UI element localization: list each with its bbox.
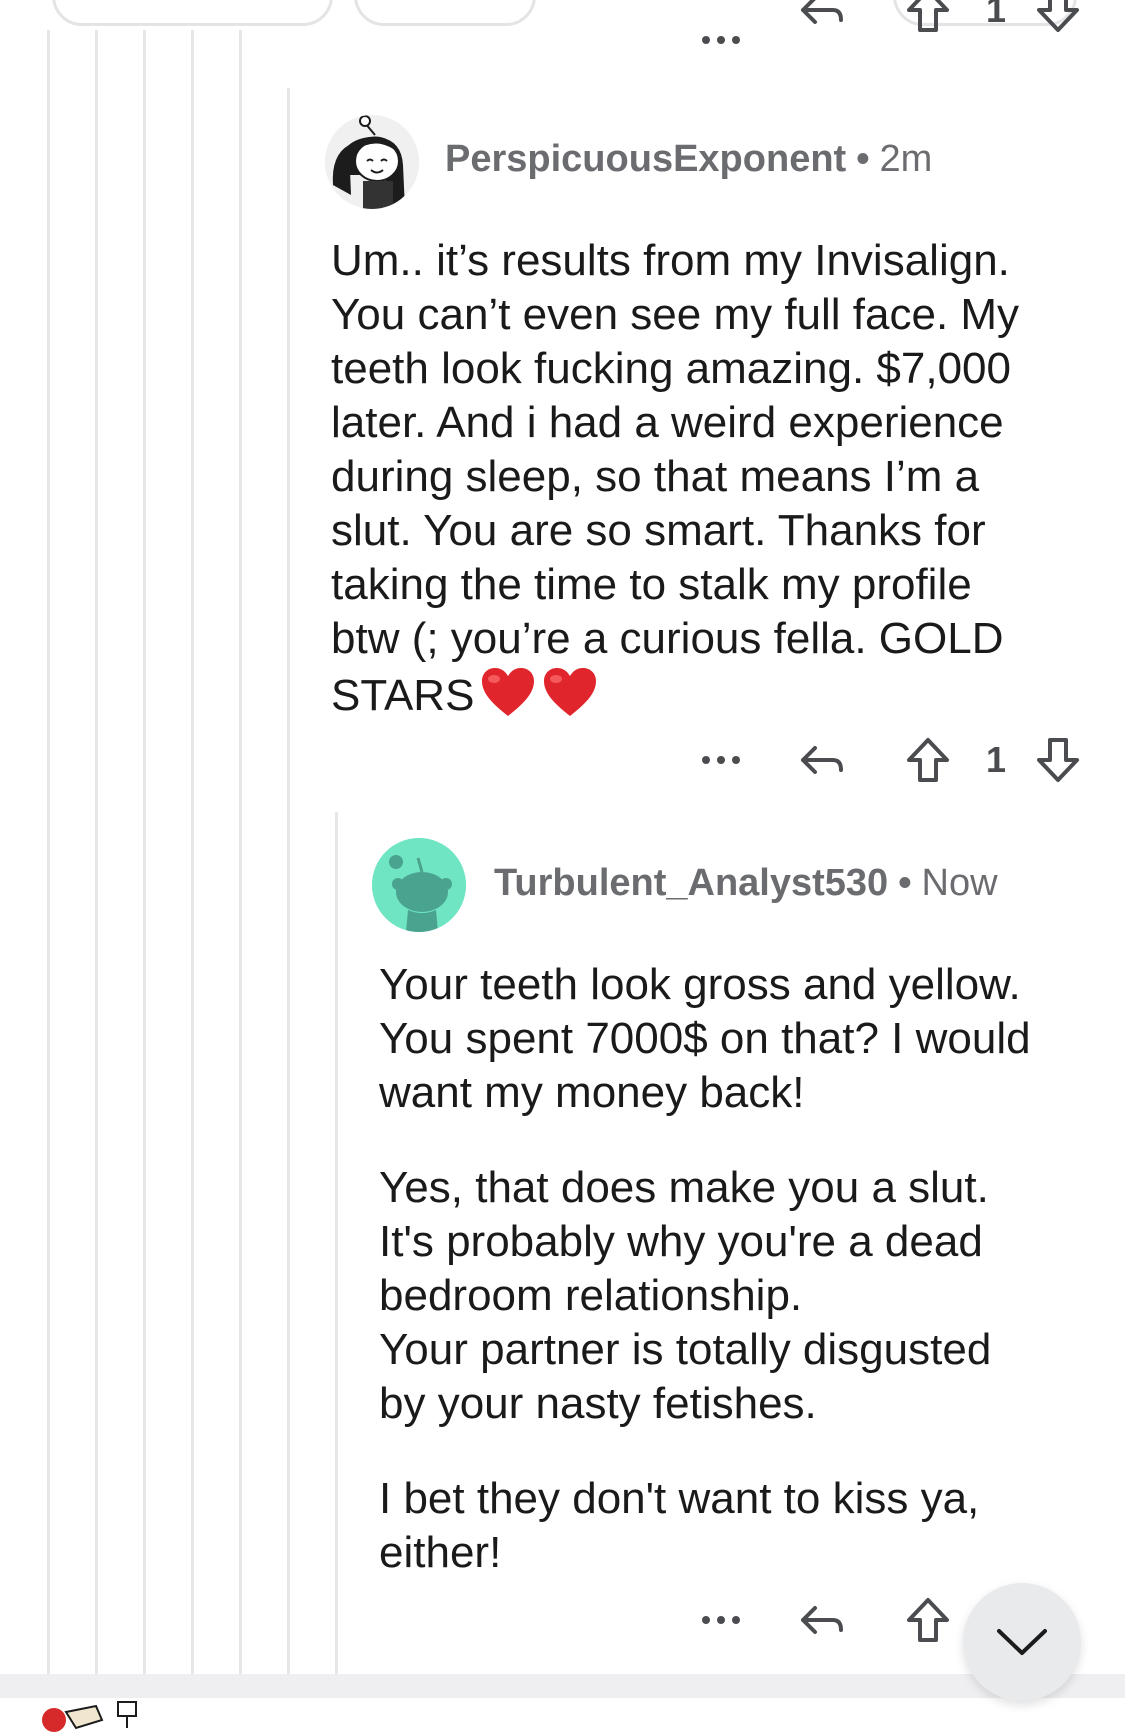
thread-line-4 xyxy=(191,30,194,1674)
comment-1-username[interactable]: PerspicuousExponent xyxy=(445,138,846,181)
comment-2-line: Your partner is totally disgusted xyxy=(379,1325,992,1374)
comment-2-line: Yes, that does make you a slut. xyxy=(379,1163,989,1212)
comment-2-line: Your teeth look gross and yellow. xyxy=(379,960,1021,1009)
comment-1-line: STARS xyxy=(331,671,475,720)
comment-2-paragraph: Your teeth look gross and yellow. You sp… xyxy=(379,958,1114,1120)
thread-line-5 xyxy=(239,30,242,1674)
comment-1-last-line: STARS xyxy=(331,666,1111,731)
comment-2-body: Your teeth look gross and yellow. You sp… xyxy=(379,958,1114,1580)
downvote-arrow-icon[interactable] xyxy=(1028,0,1088,40)
thread-line-3 xyxy=(143,30,146,1674)
comment-1-meta: PerspicuousExponent • 2m xyxy=(445,138,932,181)
upvote-arrow-icon[interactable] xyxy=(898,0,958,40)
downvote-arrow-icon[interactable] xyxy=(1028,730,1088,790)
heart-emoji-icon xyxy=(480,666,536,731)
next-post-avatar-icon xyxy=(42,1701,137,1732)
reply-arrow-icon[interactable] xyxy=(792,0,852,40)
upvote-arrow-icon[interactable] xyxy=(898,730,958,790)
vote-count: 1 xyxy=(982,730,1010,790)
scroll-down-button[interactable] xyxy=(963,1583,1081,1701)
comment-2-line: bedroom relationship. xyxy=(379,1271,803,1320)
comment-2-paragraph: Yes, that does make you a slut. It's pro… xyxy=(379,1161,1114,1431)
previous-action-row: 1 xyxy=(0,0,1125,60)
upvote-arrow-icon[interactable] xyxy=(898,1590,958,1650)
vote-count-partial: 1 xyxy=(985,0,1007,30)
snoo-avatar-icon[interactable] xyxy=(372,838,466,932)
thread-line-6 xyxy=(287,88,290,1674)
more-dots-icon[interactable] xyxy=(695,1590,747,1650)
comment-1-line: slut. You are so smart. Thanks for xyxy=(331,506,986,555)
comment-2-line: by your nasty fetishes. xyxy=(379,1379,817,1428)
comment-2-line: want my money back! xyxy=(379,1068,805,1117)
comment-2-username[interactable]: Turbulent_Analyst530 xyxy=(494,862,888,905)
comment-2-line: I bet they don't want to kiss ya, xyxy=(379,1474,980,1523)
comment-2-line: either! xyxy=(379,1528,502,1577)
comment-1-line: You can’t even see my full face. My xyxy=(331,290,1020,339)
comment-1-line: teeth look fucking amazing. $7,000 xyxy=(331,344,1012,393)
comment-1-line: Um.. it’s results from my Invisalign. xyxy=(331,236,1010,285)
comment-1-actions: 1 xyxy=(0,730,1125,790)
comment-2-line: It's probably why you're a dead xyxy=(379,1217,983,1266)
more-dots-icon[interactable] xyxy=(695,730,747,790)
reply-arrow-icon[interactable] xyxy=(792,1590,852,1650)
previous-comment-clip: 1 xyxy=(0,0,1125,60)
meta-separator: • xyxy=(898,862,912,904)
comment-1-line: taking the time to stalk my profile xyxy=(331,560,972,609)
comment-2-meta: Turbulent_Analyst530 • Now xyxy=(494,862,998,905)
reply-arrow-icon[interactable] xyxy=(792,730,852,790)
comment-2-line: You spent 7000$ on that? I would xyxy=(379,1014,1031,1063)
vote-count-value: 1 xyxy=(985,739,1007,780)
comment-1-line: during sleep, so that means I’m a xyxy=(331,452,980,501)
thread-line-7 xyxy=(335,812,338,1674)
comment-2-paragraph: I bet they don't want to kiss ya, either… xyxy=(379,1472,1114,1580)
comment-1-body: Um.. it’s results from my Invisalign. Yo… xyxy=(331,234,1111,731)
chevron-down-icon xyxy=(997,1629,1047,1655)
more-dots-icon[interactable] xyxy=(695,10,747,60)
comment-1-line: btw (; you’re a curious fella. GOLD xyxy=(331,614,1004,663)
thread-line-2 xyxy=(95,30,98,1674)
comment-1-time: 2m xyxy=(879,138,933,180)
thread-line-1 xyxy=(47,30,50,1674)
bottom-divider xyxy=(0,1674,1125,1732)
heart-emoji-icon xyxy=(542,666,598,731)
user-avatar-icon[interactable] xyxy=(325,115,419,209)
comment-1-line: later. And i had a weird experience xyxy=(331,398,1004,447)
comment-2-time: Now xyxy=(921,862,998,904)
meta-separator: • xyxy=(856,138,870,180)
comment-2-actions xyxy=(0,1590,1125,1650)
